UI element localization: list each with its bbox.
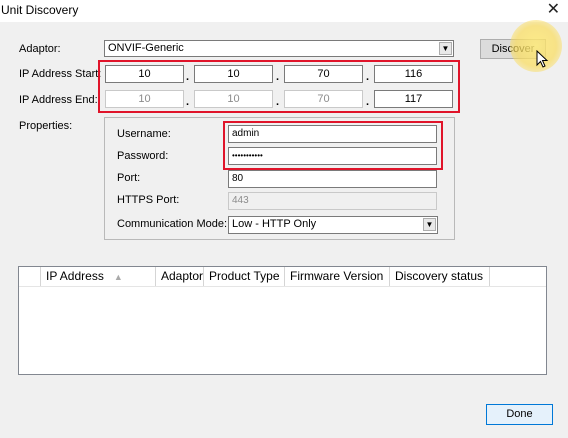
properties-label: Properties: bbox=[19, 120, 73, 132]
column-header-adaptor[interactable]: Adaptor bbox=[156, 267, 204, 286]
dialog-client-area: Adaptor: ONVIF-Generic ▼ Discover IP Add… bbox=[0, 22, 568, 438]
column-header-product-type[interactable]: Product Type bbox=[204, 267, 285, 286]
ip-end-octet-1: 10 bbox=[105, 90, 184, 108]
column-header-firmware-version[interactable]: Firmware Version bbox=[285, 267, 390, 286]
done-button[interactable]: Done bbox=[486, 404, 553, 425]
ip-dot: . bbox=[276, 96, 280, 108]
ip-end-label: IP Address End: bbox=[19, 94, 98, 106]
unit-discovery-window: Unit Discovery ✕ Adaptor: ONVIF-Generic … bbox=[0, 0, 568, 438]
https-port-label: HTTPS Port: bbox=[117, 194, 180, 206]
column-header-blank bbox=[19, 267, 41, 286]
window-title: Unit Discovery bbox=[1, 3, 79, 17]
adaptor-select[interactable]: ONVIF-Generic ▼ bbox=[104, 40, 454, 57]
column-header-ip-address[interactable]: IP Address ▲ bbox=[41, 267, 156, 286]
username-input[interactable]: admin bbox=[228, 125, 437, 143]
https-port-input: 443 bbox=[228, 192, 437, 210]
discovery-results-list[interactable]: IP Address ▲ Adaptor Product Type Firmwar… bbox=[18, 266, 547, 375]
ip-end-octet-3: 70 bbox=[284, 90, 363, 108]
title-bar: Unit Discovery ✕ bbox=[0, 0, 568, 22]
discover-button[interactable]: Discover bbox=[480, 39, 546, 59]
comm-mode-value: Low - HTTP Only bbox=[232, 218, 317, 230]
port-label: Port: bbox=[117, 172, 141, 184]
ip-start-label: IP Address Start: bbox=[19, 68, 102, 80]
comm-mode-select[interactable]: Low - HTTP Only ▼ bbox=[228, 216, 438, 234]
column-header-discovery-status[interactable]: Discovery status bbox=[390, 267, 490, 286]
adaptor-label: Adaptor: bbox=[19, 43, 61, 55]
ip-end-octet-2: 10 bbox=[194, 90, 273, 108]
password-label: Password: bbox=[117, 150, 169, 162]
comm-mode-label: Communication Mode: bbox=[117, 218, 228, 230]
ip-start-octet-4[interactable]: 116 bbox=[374, 65, 453, 83]
results-header: IP Address ▲ Adaptor Product Type Firmwar… bbox=[19, 267, 546, 287]
ip-end-octet-4[interactable]: 117 bbox=[374, 90, 453, 108]
ip-dot: . bbox=[366, 96, 370, 108]
ip-dot: . bbox=[366, 71, 370, 83]
password-input[interactable]: ••••••••••• bbox=[228, 147, 437, 165]
chevron-down-icon[interactable]: ▼ bbox=[439, 42, 452, 55]
ip-start-octet-2[interactable]: 10 bbox=[194, 65, 273, 83]
ip-dot: . bbox=[276, 71, 280, 83]
ip-start-octet-1[interactable]: 10 bbox=[105, 65, 184, 83]
username-label: Username: bbox=[117, 128, 171, 140]
adaptor-value: ONVIF-Generic bbox=[108, 42, 184, 54]
ip-dot: . bbox=[186, 96, 190, 108]
port-input[interactable]: 80 bbox=[228, 170, 437, 188]
close-icon[interactable]: ✕ bbox=[547, 0, 560, 20]
ip-start-octet-3[interactable]: 70 bbox=[284, 65, 363, 83]
chevron-down-icon[interactable]: ▼ bbox=[423, 218, 436, 231]
ip-dot: . bbox=[186, 71, 190, 83]
sort-up-icon: ▲ bbox=[113, 272, 123, 282]
